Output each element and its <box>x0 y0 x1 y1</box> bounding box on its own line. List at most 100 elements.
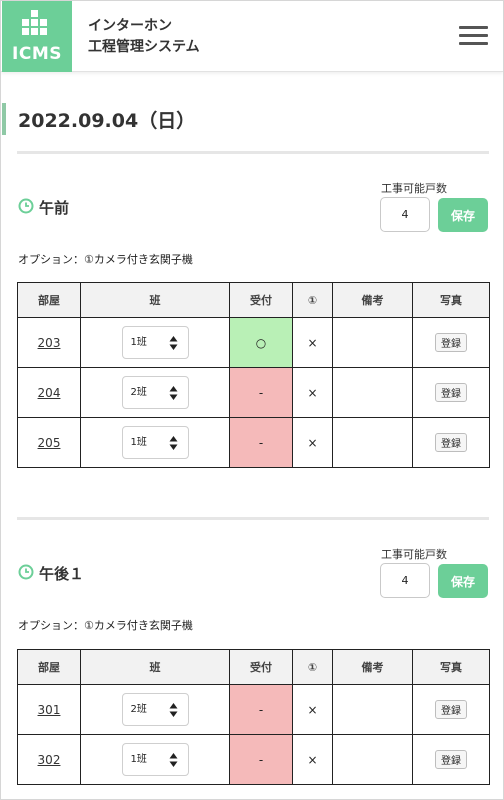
schedule-table: 部屋 班 受付 ① 備考 写真 203 1班 ○ × 登録 204 2班 - ×… <box>17 282 490 468</box>
app-title-line2: 工程管理システム <box>88 39 200 55</box>
team-cell: 2班 <box>80 367 230 418</box>
notes-cell <box>332 367 413 418</box>
reception-cell: - <box>229 367 293 418</box>
team-select[interactable]: 1班 <box>121 326 189 359</box>
notes-cell <box>332 317 413 368</box>
reception-status: - <box>258 702 264 717</box>
table-row: 302 1班 - × 登録 <box>17 734 490 785</box>
option1-cell: × <box>292 684 333 735</box>
team-select[interactable]: 2班 <box>121 376 189 409</box>
capacity-label: 工事可能戸数 <box>381 182 447 195</box>
team-select-value: 1班 <box>130 337 147 348</box>
reception-cell: - <box>229 684 293 735</box>
save-button[interactable]: 保存 <box>438 564 488 598</box>
section-title: 午後１ <box>39 565 85 583</box>
schedule-table: 部屋 班 受付 ① 備考 写真 301 2班 - × 登録 302 1班 - ×… <box>17 649 490 785</box>
reception-status: ○ <box>255 335 267 350</box>
option1-cell: × <box>292 367 333 418</box>
option1-mark: × <box>307 435 318 450</box>
column-header-option1: ① <box>292 282 333 318</box>
clock-icon <box>18 564 34 580</box>
photo-register-button[interactable]: 登録 <box>435 433 467 452</box>
team-cell: 2班 <box>80 684 230 735</box>
room-cell: 301 <box>17 684 81 735</box>
team-select-value: 1班 <box>130 437 147 448</box>
notes-cell <box>332 684 413 735</box>
reception-status: - <box>258 385 264 400</box>
photo-register-button[interactable]: 登録 <box>435 333 467 352</box>
schedule-date: 2022.09.04（日） <box>18 110 196 132</box>
team-cell: 1班 <box>80 317 230 368</box>
section-divider <box>17 517 489 520</box>
photo-register-button[interactable]: 登録 <box>435 750 467 769</box>
team-select-value: 2班 <box>130 387 147 398</box>
save-button[interactable]: 保存 <box>438 198 488 232</box>
column-header-photo: 写真 <box>412 649 490 685</box>
column-header-notes: 備考 <box>332 649 413 685</box>
column-header-room: 部屋 <box>17 649 81 685</box>
option1-cell: × <box>292 734 333 785</box>
column-header-reception: 受付 <box>229 649 293 685</box>
blocks-logo-icon <box>22 10 47 35</box>
table-header-row: 部屋 班 受付 ① 備考 写真 <box>17 649 490 685</box>
photo-cell: 登録 <box>412 734 490 785</box>
table-row: 205 1班 - × 登録 <box>17 417 490 468</box>
column-header-notes: 備考 <box>332 282 413 318</box>
table-row: 204 2班 - × 登録 <box>17 367 490 418</box>
app-header: ICMS インターホン 工程管理システム <box>1 1 503 72</box>
date-accent-bar <box>2 103 6 135</box>
table-row: 301 2班 - × 登録 <box>17 684 490 735</box>
room-link[interactable]: 204 <box>38 386 61 400</box>
team-cell: 1班 <box>80 734 230 785</box>
team-select-value: 2班 <box>130 704 147 715</box>
menu-bar-icon <box>459 34 488 37</box>
reception-cell: ○ <box>229 317 293 368</box>
app-title-line1: インターホン <box>88 18 172 34</box>
photo-cell: 登録 <box>412 317 490 368</box>
room-cell: 205 <box>17 417 81 468</box>
room-link[interactable]: 301 <box>38 703 61 717</box>
column-header-team: 班 <box>80 649 230 685</box>
clock-icon <box>18 198 34 214</box>
section-title: 午前 <box>39 199 70 217</box>
column-header-team: 班 <box>80 282 230 318</box>
team-select[interactable]: 2班 <box>121 693 189 726</box>
app-frame: ICMS インターホン 工程管理システム 2022.09.04（日） 午前 工事… <box>1 1 503 799</box>
team-select-value: 1班 <box>130 754 147 765</box>
option1-cell: × <box>292 417 333 468</box>
table-header-row: 部屋 班 受付 ① 備考 写真 <box>17 282 490 318</box>
table-row: 203 1班 ○ × 登録 <box>17 317 490 368</box>
menu-bar-icon <box>459 26 488 29</box>
section-divider <box>17 151 489 154</box>
room-cell: 204 <box>17 367 81 418</box>
team-select[interactable]: 1班 <box>121 743 189 776</box>
column-header-option1: ① <box>292 649 333 685</box>
room-cell: 302 <box>17 734 81 785</box>
up-down-arrows-icon <box>169 336 177 350</box>
capacity-input[interactable] <box>380 197 430 232</box>
room-link[interactable]: 203 <box>38 336 61 350</box>
photo-cell: 登録 <box>412 684 490 735</box>
photo-register-button[interactable]: 登録 <box>435 383 467 402</box>
room-link[interactable]: 205 <box>38 436 61 450</box>
option1-mark: × <box>307 702 318 717</box>
photo-cell: 登録 <box>412 417 490 468</box>
option1-mark: × <box>307 752 318 767</box>
reception-status: - <box>258 752 264 767</box>
room-link[interactable]: 302 <box>38 753 61 767</box>
team-select[interactable]: 1班 <box>121 426 189 459</box>
room-cell: 203 <box>17 317 81 368</box>
column-header-room: 部屋 <box>17 282 81 318</box>
option1-mark: × <box>307 385 318 400</box>
photo-register-button[interactable]: 登録 <box>435 700 467 719</box>
capacity-label: 工事可能戸数 <box>381 548 447 561</box>
reception-status: - <box>258 435 264 450</box>
capacity-input[interactable] <box>380 563 430 598</box>
app-logo[interactable]: ICMS <box>2 1 72 72</box>
notes-cell <box>332 417 413 468</box>
option-note: オプション：①カメラ付き玄関子機 <box>18 619 193 632</box>
reception-cell: - <box>229 417 293 468</box>
up-down-arrows-icon <box>169 753 177 767</box>
hamburger-menu-button[interactable] <box>459 26 488 46</box>
up-down-arrows-icon <box>169 703 177 717</box>
